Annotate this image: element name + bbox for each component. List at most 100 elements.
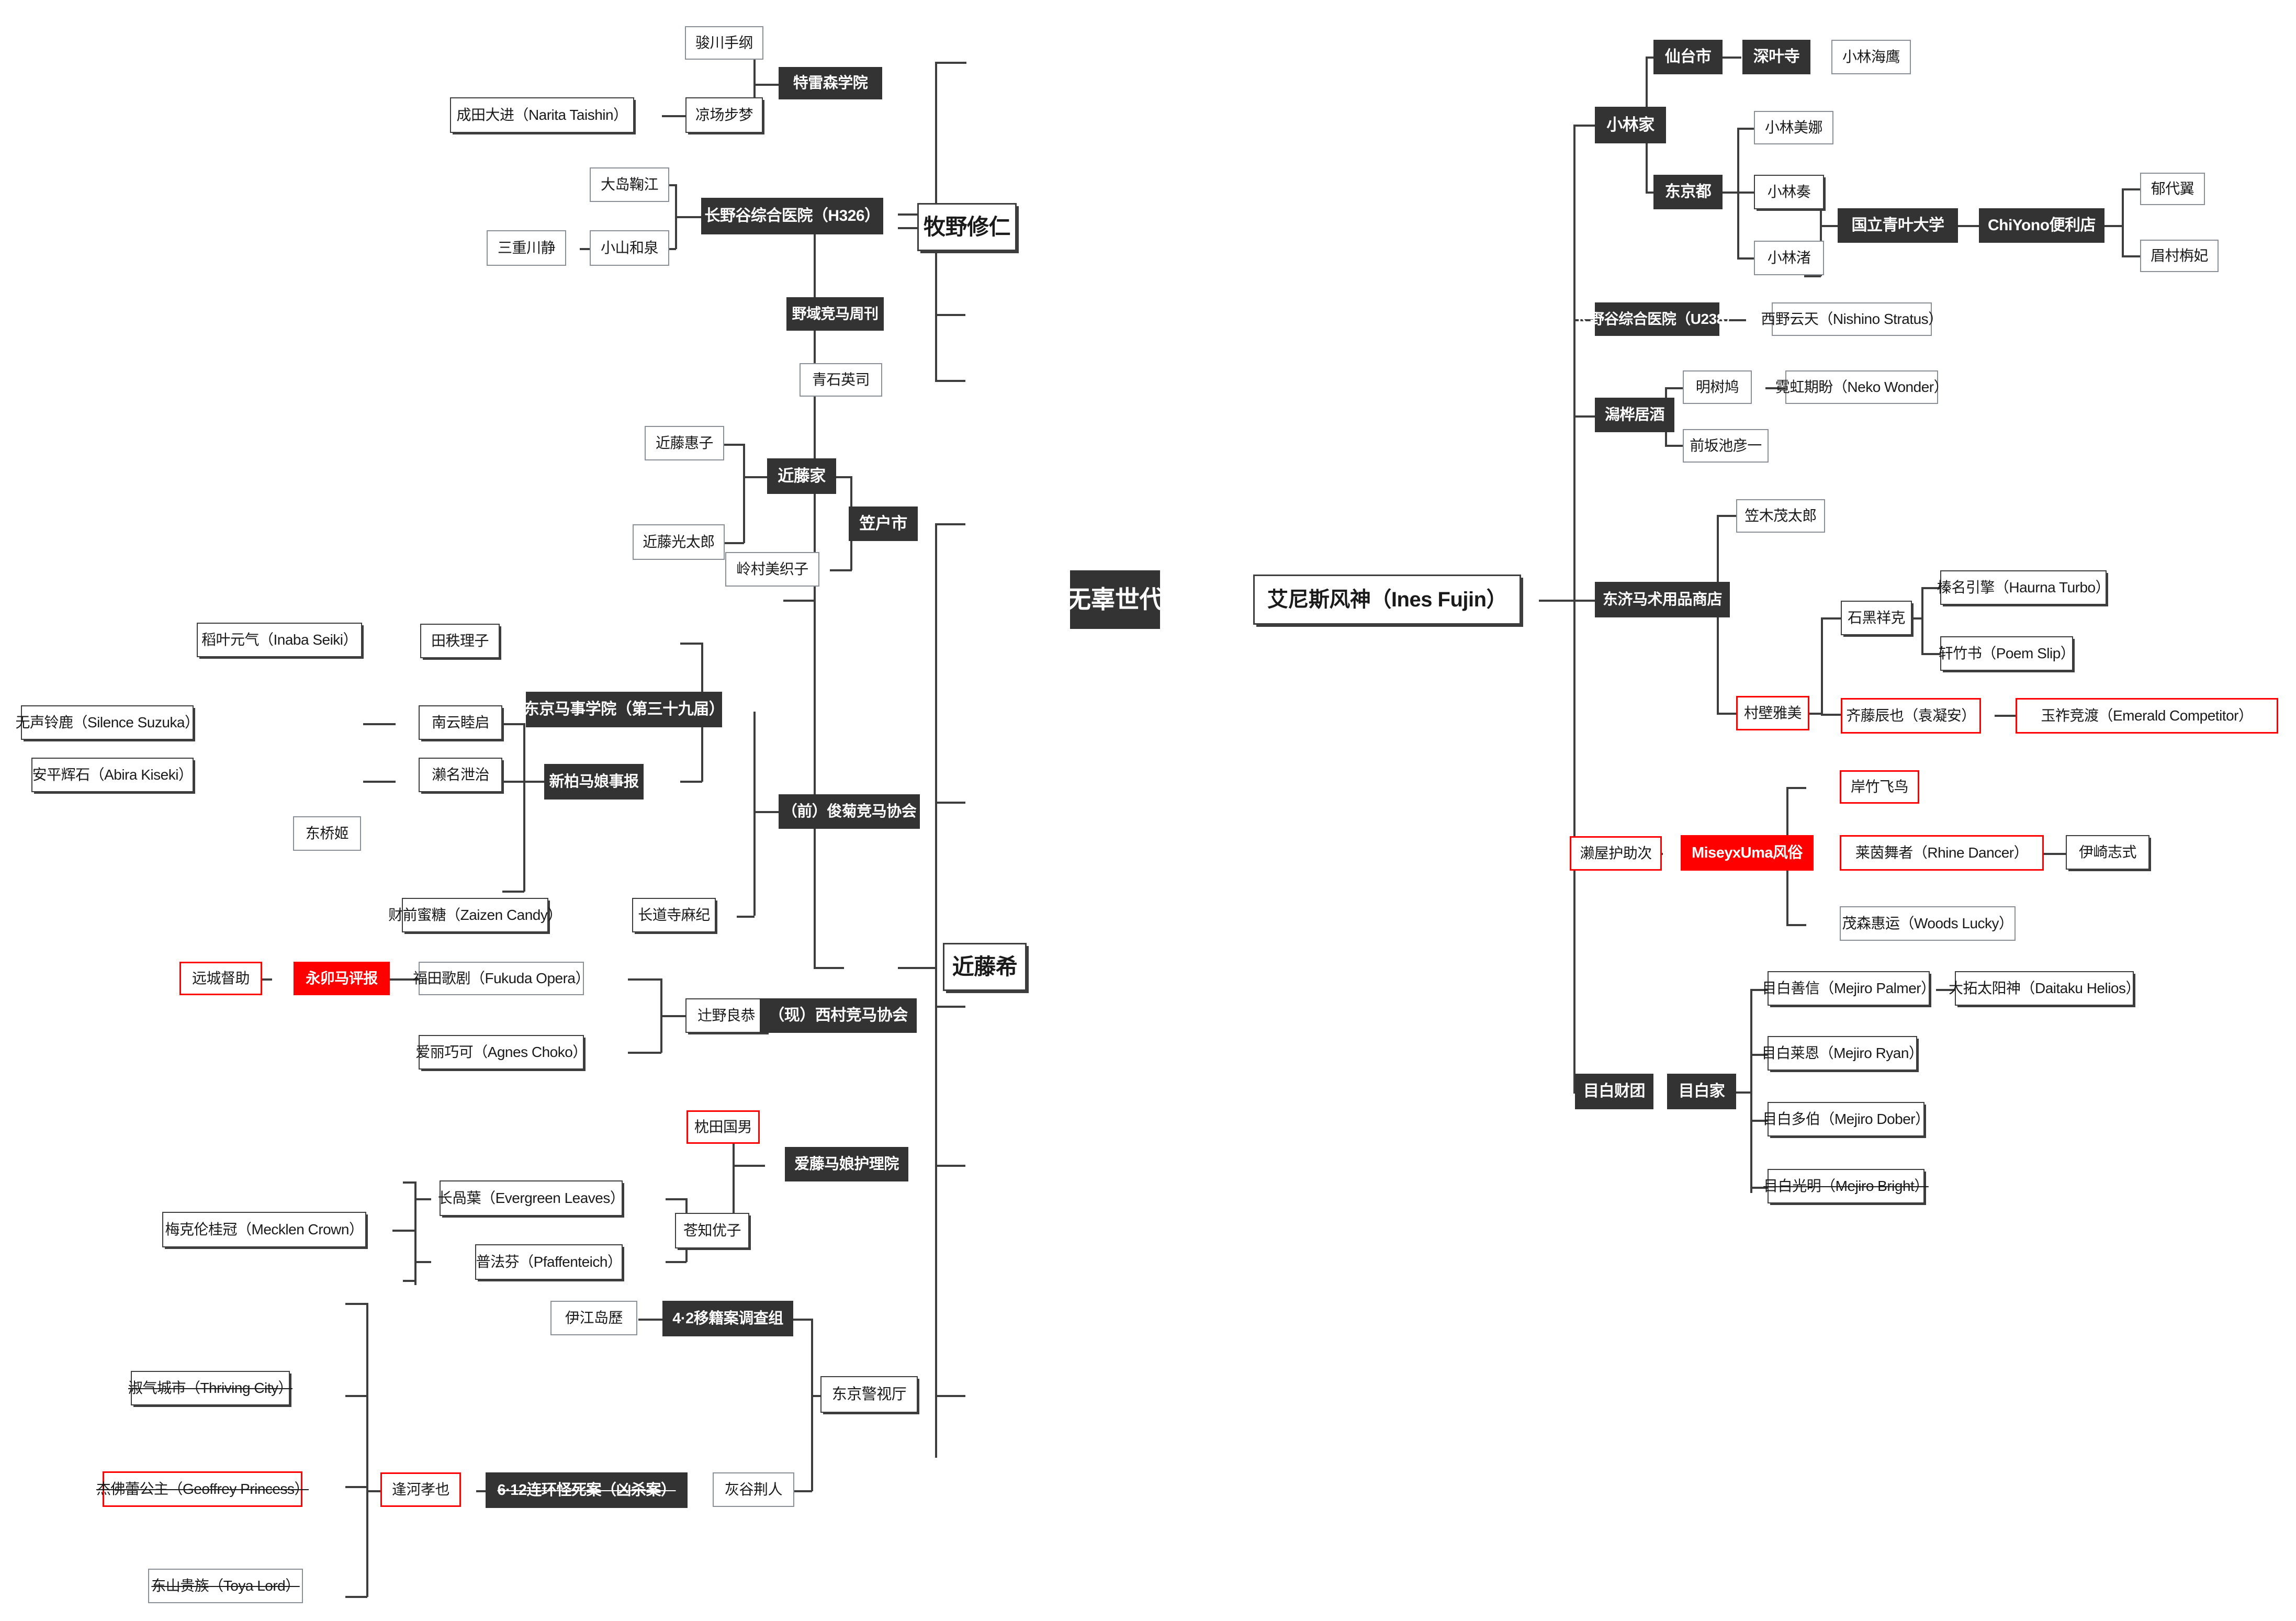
node-chodoji-maki[interactable]: 长道寺麻纪 xyxy=(632,898,716,932)
node-mecklen-crown[interactable]: 梅克伦桂冠（Mecklen Crown） xyxy=(162,1212,366,1247)
edge xyxy=(935,523,965,525)
node-pfaffenteich[interactable]: 普法芬（Pfaffenteich） xyxy=(475,1244,623,1280)
node-geoffrey-princess[interactable]: 杰佛蕾公主（Geoffrey Princess） xyxy=(96,1471,309,1507)
edge xyxy=(1804,275,1821,277)
node-miseyxuma[interactable]: MiseyxUma风俗 xyxy=(1681,835,1814,871)
node-ijima-rekishi[interactable]: 伊江岛歷 xyxy=(550,1301,637,1335)
node-aochi-yuko[interactable]: 苍知优子 xyxy=(675,1213,749,1248)
node-mejiro-palmer[interactable]: 目白善信（Mejiro Palmer） xyxy=(1762,971,1935,1006)
node-case-42-team[interactable]: 4·2移籍案调查组 xyxy=(662,1301,793,1336)
node-thriving-city[interactable]: 淑气城市（Thriving City） xyxy=(128,1371,293,1405)
node-rhine-dancer[interactable]: 莱茵舞者（Rhine Dancer） xyxy=(1840,835,2044,871)
node-kondo-nozomi[interactable]: 近藤希 xyxy=(943,943,1027,991)
node-minemura-mioriko[interactable]: 岭村美织子 xyxy=(725,552,819,587)
node-nagano-u238[interactable]: 长野谷综合医院（U238） xyxy=(1575,302,1739,336)
node-aoishi-eiji[interactable]: 青石英司 xyxy=(800,363,882,397)
node-kasado-city[interactable]: 笠户市 xyxy=(849,506,918,541)
node-kobayashi-kanade[interactable]: 小林奏 xyxy=(1754,175,1824,209)
node-neko-wonder[interactable]: 霓虹期盼（Neko Wonder） xyxy=(1775,370,1949,404)
edge xyxy=(1665,445,1684,447)
node-shunkiku-assoc[interactable]: （前）俊菊竞马协会 xyxy=(779,794,920,829)
node-root[interactable]: 无辜世代 xyxy=(1066,570,1164,629)
node-mie-kawashizu[interactable]: 三重川静 xyxy=(487,230,566,266)
node-mejiro-bright[interactable]: 目白光明（Mejiro Bright） xyxy=(1763,1169,1929,1203)
node-mejiro-dober[interactable]: 目白多伯（Mejiro Dober） xyxy=(1762,1102,1930,1136)
node-makurada-kunio[interactable]: 枕田国男 xyxy=(686,1110,760,1144)
node-murakabe-masami[interactable]: 村壁雅美 xyxy=(1736,696,1809,730)
node-ikuyo-tsubasa[interactable]: 郁代翼 xyxy=(2140,173,2205,205)
node-kondo-family[interactable]: 近藤家 xyxy=(767,458,836,494)
node-haurna-turbo[interactable]: 榛名引擎（Haurna Turbo） xyxy=(1937,570,2110,605)
node-nagano-h326[interactable]: 长野谷综合医院（H326） xyxy=(701,198,883,234)
node-fukuda-opera[interactable]: 福田歌剧（Fukuda Opera） xyxy=(413,962,590,995)
node-senami-yuji[interactable]: 濑名泄治 xyxy=(419,758,502,792)
node-kondo-keiko[interactable]: 近藤惠子 xyxy=(645,426,724,460)
node-agnes-choko[interactable]: 爱丽巧可（Agnes Choko） xyxy=(415,1035,587,1070)
node-enjo-keisuke[interactable]: 远城督助 xyxy=(179,962,262,995)
node-aoba-university[interactable]: 国立青叶大学 xyxy=(1838,208,1958,243)
node-zaizen-candy[interactable]: 财前蜜糖（Zaizen Candy） xyxy=(388,898,562,932)
node-daitaku-helios[interactable]: 大拓太阳神（Daitaku Helios） xyxy=(1949,971,2141,1006)
node-tosai-shop[interactable]: 东济马术用品商店 xyxy=(1595,582,1730,617)
node-eiboh-news[interactable]: 永卯马评报 xyxy=(294,962,390,995)
node-akegi-hato[interactable]: 明树鸠 xyxy=(1683,370,1752,404)
node-poem-slip[interactable]: 轩竹书（Poem Slip） xyxy=(1939,636,2075,671)
node-tohashi-hime[interactable]: 东桥姬 xyxy=(293,816,361,851)
node-mayumura-shiori[interactable]: 眉村栴妃 xyxy=(2140,240,2219,272)
node-sendai-city[interactable]: 仙台市 xyxy=(1653,40,1723,74)
node-senoku-gojisuke[interactable]: 濑屋护助次 xyxy=(1570,836,1662,871)
node-kondo-kotaro[interactable]: 近藤光太郎 xyxy=(633,524,725,560)
node-kobayashi-mina[interactable]: 小林美娜 xyxy=(1754,111,1833,144)
node-silence-suzuka[interactable]: 无声铃鹿（Silence Suzuka） xyxy=(16,705,199,740)
node-saito-tatsuya[interactable]: 齐藤辰也（袁凝安） xyxy=(1841,698,1981,734)
node-inaba-seiki[interactable]: 稻叶元气（Inaba Seiki） xyxy=(197,623,362,657)
node-mejiro-ryan[interactable]: 目白莱恩（Mejiro Ryan） xyxy=(1762,1036,1923,1071)
node-abira-kiseki[interactable]: 安平辉石（Abira Kiseki） xyxy=(31,758,194,792)
node-nishino-stratus[interactable]: 西野云天（Nishino Stratus） xyxy=(1761,302,1943,336)
node-mejiro-foundation[interactable]: 目白财团 xyxy=(1575,1074,1653,1109)
node-kobayashi-nagisa[interactable]: 小林渚 xyxy=(1754,241,1824,275)
node-tokyo-academy[interactable]: 东京马事学院（第三十九届） xyxy=(524,692,725,727)
node-izaki-shishiki[interactable]: 伊崎志式 xyxy=(2066,835,2149,870)
node-katabanuki-izakaya[interactable]: 潟桦居酒 xyxy=(1595,398,1674,432)
node-kobayashi-kaitaka[interactable]: 小林海鹰 xyxy=(1831,40,1911,74)
edge xyxy=(680,781,702,783)
node-terason-academy[interactable]: 特雷森学院 xyxy=(779,67,882,99)
node-tokyo-police[interactable]: 东京警视厅 xyxy=(820,1376,918,1413)
node-kasagi-shigetaro[interactable]: 笠木茂太郎 xyxy=(1736,499,1825,533)
edge xyxy=(935,380,965,382)
node-kobayashi-family[interactable]: 小林家 xyxy=(1595,107,1666,143)
node-shinhaku-news[interactable]: 新柏马娘事报 xyxy=(544,764,644,800)
node-ines-fujin[interactable]: 艾尼斯风神（Ines Fujin） xyxy=(1253,575,1521,625)
node-aitou-care[interactable]: 爱藤马娘护理院 xyxy=(785,1147,908,1181)
node-shinyo-temple[interactable]: 深叶寺 xyxy=(1742,40,1810,74)
node-tsujino-yoshiyasu[interactable]: 辻野良恭 xyxy=(685,998,767,1033)
node-nagumo-mutsuhiro[interactable]: 南云睦启 xyxy=(419,705,502,740)
node-makino-shuji[interactable]: 牧野修仁 xyxy=(917,203,1017,251)
node-emerald-competitor[interactable]: 玉祚竞渡（Emerald Competitor） xyxy=(2016,698,2278,734)
node-toya-lord[interactable]: 东山贵族（Toya Lord） xyxy=(148,1569,303,1603)
node-maesaka-ikehiko[interactable]: 前坂池彦一 xyxy=(1683,429,1769,463)
edge xyxy=(523,781,544,783)
node-kishitake-asuka[interactable]: 岸竹飞鸟 xyxy=(1840,770,1919,804)
node-oshima-kikue[interactable]: 大岛鞠江 xyxy=(590,167,669,202)
node-tachitsu-riko[interactable]: 田秩理子 xyxy=(420,624,500,658)
node-koyama-izumi[interactable]: 小山和泉 xyxy=(590,230,669,266)
edge xyxy=(680,643,702,645)
node-ishiguro-shoko[interactable]: 石黑祥克 xyxy=(1841,601,1912,635)
node-chiyono-store[interactable]: ChiYono便利店 xyxy=(1979,208,2104,243)
edge xyxy=(502,781,524,783)
node-tokyo-metro[interactable]: 东京都 xyxy=(1653,175,1723,209)
node-haiya-junjin[interactable]: 灰谷荆人 xyxy=(713,1472,794,1507)
node-case-612[interactable]: 6·12连环怪死案（凶杀案） xyxy=(486,1472,688,1508)
node-ouga-takaya[interactable]: 逢河孝也 xyxy=(380,1472,461,1507)
node-shungawa-tezuna[interactable]: 骏川手纲 xyxy=(685,26,763,60)
node-evergreen-leaves[interactable]: 长咼葉（Evergreen Leaves） xyxy=(438,1180,625,1216)
node-mejiro-family[interactable]: 目白家 xyxy=(1667,1074,1736,1109)
edge xyxy=(2044,853,2067,855)
node-yaiki-weekly[interactable]: 野域竞马周刊 xyxy=(786,297,884,331)
node-woods-lucky[interactable]: 茂森惠运（Woods Lucky） xyxy=(1840,906,2016,941)
node-suzuba-hoyume[interactable]: 凉场步梦 xyxy=(685,97,763,133)
node-narita-taishin[interactable]: 成田大进（Narita Taishin） xyxy=(450,97,634,133)
node-nishimura-assoc[interactable]: （现）西村竞马协会 xyxy=(760,998,917,1033)
